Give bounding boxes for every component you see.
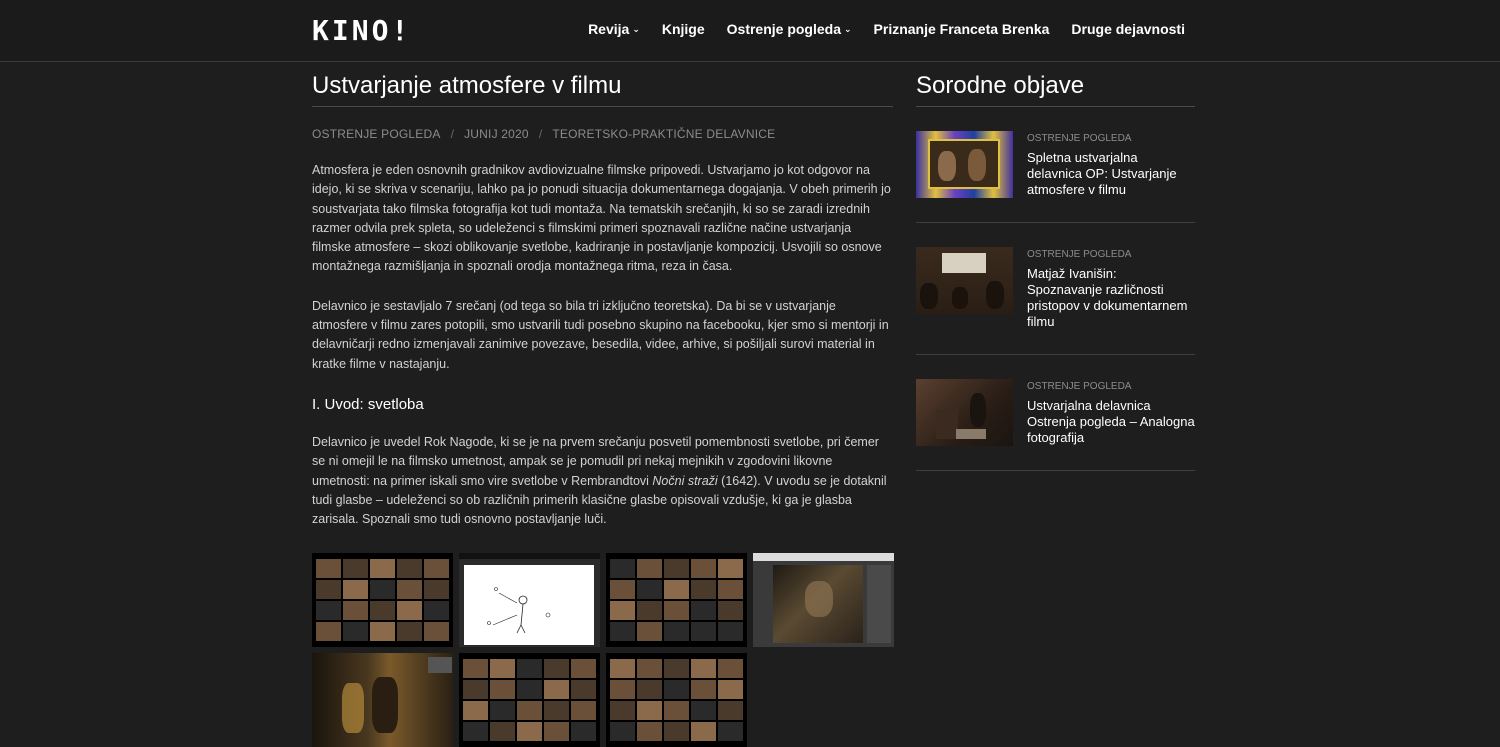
meta-separator: /: [538, 127, 543, 141]
nav-label: Ostrenje pogleda: [726, 21, 841, 37]
related-post[interactable]: OSTRENJE POGLEDA Ustvarjalna delavnica O…: [916, 355, 1195, 471]
gallery-image[interactable]: [606, 653, 747, 747]
nav-item-ostrenje-pogleda[interactable]: Ostrenje pogleda ⌄: [727, 21, 852, 37]
nav-label: Druge dejavnosti: [1071, 21, 1185, 37]
nav-item-priznanje[interactable]: Priznanje Franceta Brenka: [874, 21, 1050, 37]
nav-label: Revija: [588, 21, 630, 37]
related-post-title[interactable]: Spletna ustvarjalna delavnica OP: Ustvar…: [1027, 150, 1195, 198]
related-post-title[interactable]: Matjaž Ivanišin: Spoznavanje različnosti…: [1027, 266, 1195, 330]
nav-label: Priznanje Franceta Brenka: [873, 21, 1050, 37]
sidebar-related-posts: Sorodne objave OSTRENJE POGLEDA Spletna …: [916, 62, 1195, 471]
nav-item-revija[interactable]: Revija ⌄: [588, 21, 640, 37]
gallery-image[interactable]: [606, 553, 747, 648]
nav-item-druge-dejavnosti[interactable]: Druge dejavnosti: [1071, 21, 1185, 37]
chevron-down-icon: ⌄: [844, 23, 852, 34]
meta-tag-link[interactable]: TEORETSKO-PRAKTIČNE DELAVNICE: [552, 127, 775, 141]
site-logo[interactable]: KINO!: [312, 14, 411, 47]
sidebar-title: Sorodne objave: [916, 72, 1195, 107]
related-post-category[interactable]: OSTRENJE POGLEDA: [1027, 381, 1195, 392]
gallery-image[interactable]: [312, 653, 453, 747]
meta-separator: /: [450, 127, 455, 141]
gallery-image[interactable]: [459, 553, 600, 648]
main-nav: Revija ⌄ Knjige Ostrenje pogleda ⌄ Prizn…: [588, 21, 1185, 37]
meta-category-link[interactable]: OSTRENJE POGLEDA: [312, 127, 441, 141]
article: Ustvarjanje atmosfere v filmu OSTRENJE P…: [312, 62, 894, 747]
paragraph: Delavnico je sestavljalo 7 srečanj (od t…: [312, 298, 889, 371]
nav-item-knjige[interactable]: Knjige: [662, 21, 705, 37]
artwork-title: Nočni straži: [652, 473, 718, 488]
nav-label: Knjige: [661, 21, 705, 37]
related-post-title[interactable]: Ustvarjalna delavnica Ostrenja pogleda –…: [1027, 398, 1195, 446]
image-gallery: [312, 553, 894, 747]
chevron-down-icon: ⌄: [632, 23, 640, 34]
related-post-thumbnail[interactable]: [916, 131, 1013, 198]
post-meta: OSTRENJE POGLEDA / JUNIJ 2020 / TEORETSK…: [312, 127, 893, 141]
related-post-category[interactable]: OSTRENJE POGLEDA: [1027, 133, 1195, 144]
paragraph: Delavnico je uvedel Rok Nagode, ki se je…: [312, 433, 893, 529]
related-post-thumbnail[interactable]: [916, 247, 1013, 314]
meta-date-link[interactable]: JUNIJ 2020: [464, 127, 529, 141]
paragraph: Atmosfera je eden osnovnih gradnikov avd…: [312, 163, 891, 274]
gallery-image[interactable]: [312, 553, 453, 648]
related-post-category[interactable]: OSTRENJE POGLEDA: [1027, 249, 1195, 260]
page-title: Ustvarjanje atmosfere v filmu: [312, 72, 893, 107]
gallery-image[interactable]: [753, 553, 894, 648]
related-post-thumbnail[interactable]: [916, 379, 1013, 446]
related-post[interactable]: OSTRENJE POGLEDA Spletna ustvarjalna del…: [916, 107, 1195, 223]
related-post[interactable]: OSTRENJE POGLEDA Matjaž Ivanišin: Spozna…: [916, 223, 1195, 355]
section-heading: I. Uvod: svetloba: [312, 395, 424, 413]
gallery-image[interactable]: [459, 653, 600, 747]
site-header: KINO! Revija ⌄ Knjige Ostrenje pogleda ⌄…: [0, 0, 1500, 62]
